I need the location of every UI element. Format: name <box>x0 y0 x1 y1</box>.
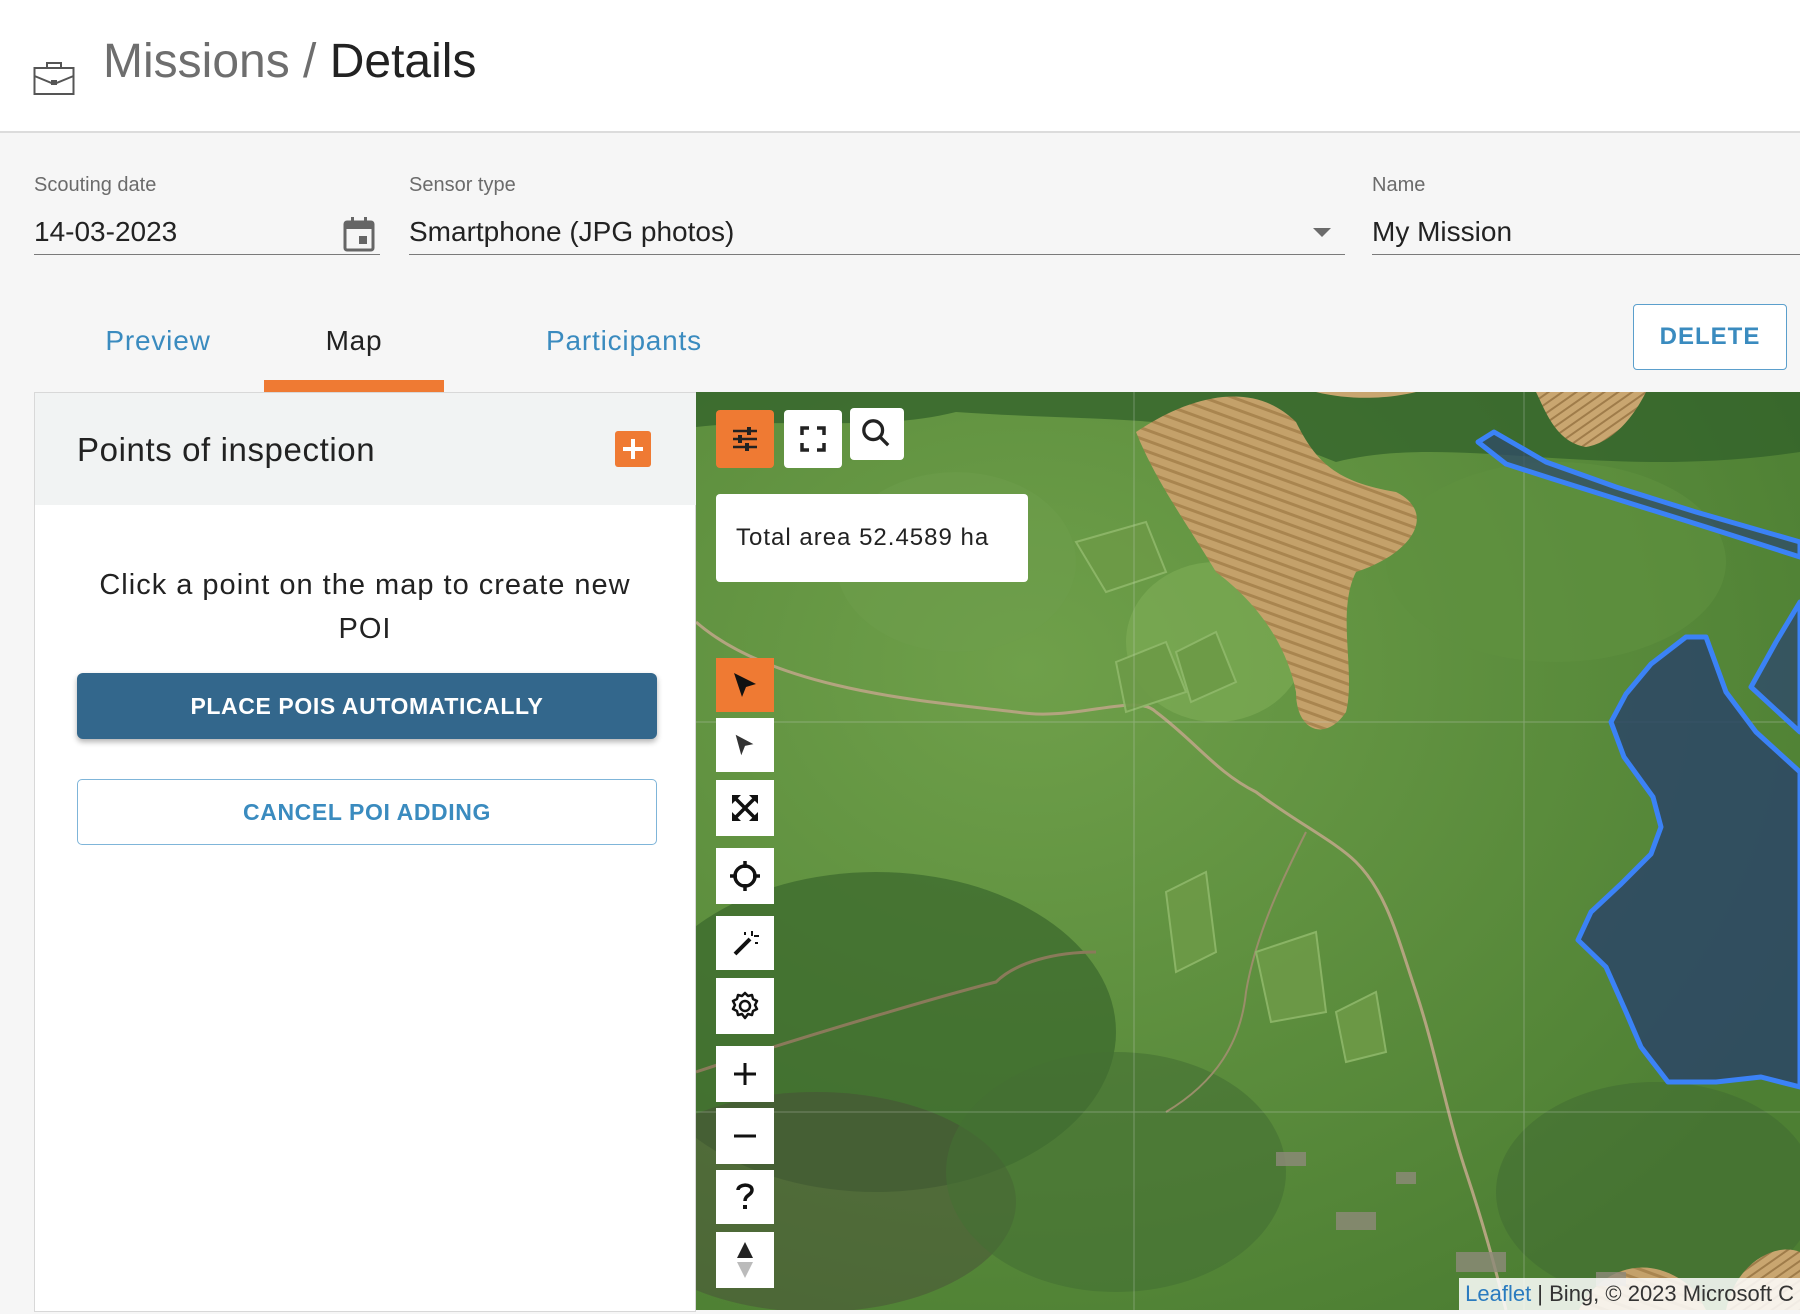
sensor-type-field[interactable]: Sensor type Smartphone (JPG photos) <box>409 172 1345 255</box>
name-label: Name <box>1372 174 1426 196</box>
place-pois-automatically-button[interactable]: PLACE POIS AUTOMATICALLY <box>77 673 657 739</box>
tab-preview[interactable]: Preview <box>78 300 238 384</box>
scouting-date-label: Scouting date <box>34 174 157 196</box>
sensor-type-value: Smartphone (JPG photos) <box>409 216 735 247</box>
attribution-text: | Bing, © 2023 Microsoft C <box>1531 1281 1794 1306</box>
select-tool-button[interactable] <box>716 658 774 712</box>
layers-filter-button[interactable] <box>716 410 774 468</box>
magic-wand-icon <box>733 931 759 956</box>
reset-north-button[interactable] <box>716 1232 774 1288</box>
total-area-value: 52.4589 ha <box>859 524 990 551</box>
cursor-icon <box>734 673 756 697</box>
zoom-in-button[interactable] <box>716 1046 774 1102</box>
gear-icon <box>731 991 759 1020</box>
page-title: Details <box>329 35 477 88</box>
crosshair-icon <box>730 861 760 891</box>
sliders-icon <box>733 427 757 451</box>
pointer-icon <box>735 734 754 756</box>
map-search-button[interactable] <box>850 408 904 460</box>
name-field[interactable]: Name My Mission <box>1372 172 1800 255</box>
breadcrumb: Missions / Details <box>103 36 476 88</box>
edit-select-tool-button[interactable] <box>716 718 774 772</box>
add-poi-button[interactable] <box>615 431 651 467</box>
locate-tool-button[interactable] <box>716 848 774 904</box>
expand-arrows-icon <box>732 795 758 821</box>
poi-panel: Points of inspection Click a point on th… <box>34 392 697 1312</box>
poi-panel-title: Points of inspection <box>77 431 376 468</box>
active-tab-indicator <box>264 380 444 392</box>
search-icon <box>862 419 890 447</box>
magic-wand-tool-button[interactable] <box>716 916 774 970</box>
fullscreen-button[interactable] <box>784 410 842 468</box>
help-button[interactable] <box>716 1170 774 1224</box>
tab-participants[interactable]: Participants <box>479 300 769 384</box>
total-area-label: Total area <box>736 524 852 551</box>
page-header: Missions / Details <box>0 0 1800 133</box>
leaflet-link[interactable]: Leaflet <box>1465 1281 1531 1306</box>
fullscreen-icon <box>800 426 826 452</box>
sensor-type-label: Sensor type <box>409 174 516 196</box>
tab-map[interactable]: Map <box>264 300 444 384</box>
briefcase-icon <box>33 62 75 95</box>
poi-instruction: Click a point on the map to create new P… <box>99 569 631 645</box>
map-attribution: Leaflet | Bing, © 2023 Microsoft C <box>1459 1278 1800 1310</box>
breadcrumb-missions[interactable]: Missions <box>103 35 290 88</box>
scouting-date-field[interactable]: Scouting date 14-03-2023 <box>34 172 380 255</box>
map-view[interactable]: Total area 52.4589 ha Leaflet | Bing, © … <box>696 392 1800 1310</box>
compass-icon <box>737 1242 753 1278</box>
sensor-type-select[interactable]: Smartphone (JPG photos) <box>409 210 1345 255</box>
calendar-icon[interactable] <box>342 216 376 252</box>
plus-icon <box>734 1063 756 1085</box>
poi-panel-header: Points of inspection <box>35 393 697 505</box>
breadcrumb-separator: / <box>289 35 330 88</box>
minus-icon <box>734 1134 756 1138</box>
name-input[interactable]: My Mission <box>1372 210 1800 255</box>
delete-button[interactable]: DELETE <box>1633 304 1787 370</box>
scouting-date-value: 14-03-2023 <box>34 216 178 247</box>
settings-tool-button[interactable] <box>716 978 774 1034</box>
expand-tool-button[interactable] <box>716 780 774 836</box>
scouting-date-input[interactable]: 14-03-2023 <box>34 210 380 255</box>
zoom-out-button[interactable] <box>716 1108 774 1164</box>
question-mark-icon <box>736 1183 754 1209</box>
name-value: My Mission <box>1372 216 1513 247</box>
cancel-poi-adding-button[interactable]: CANCEL POI ADDING <box>77 779 657 845</box>
chevron-down-icon[interactable] <box>1313 228 1331 237</box>
total-area-box: Total area 52.4589 ha <box>716 494 1028 582</box>
